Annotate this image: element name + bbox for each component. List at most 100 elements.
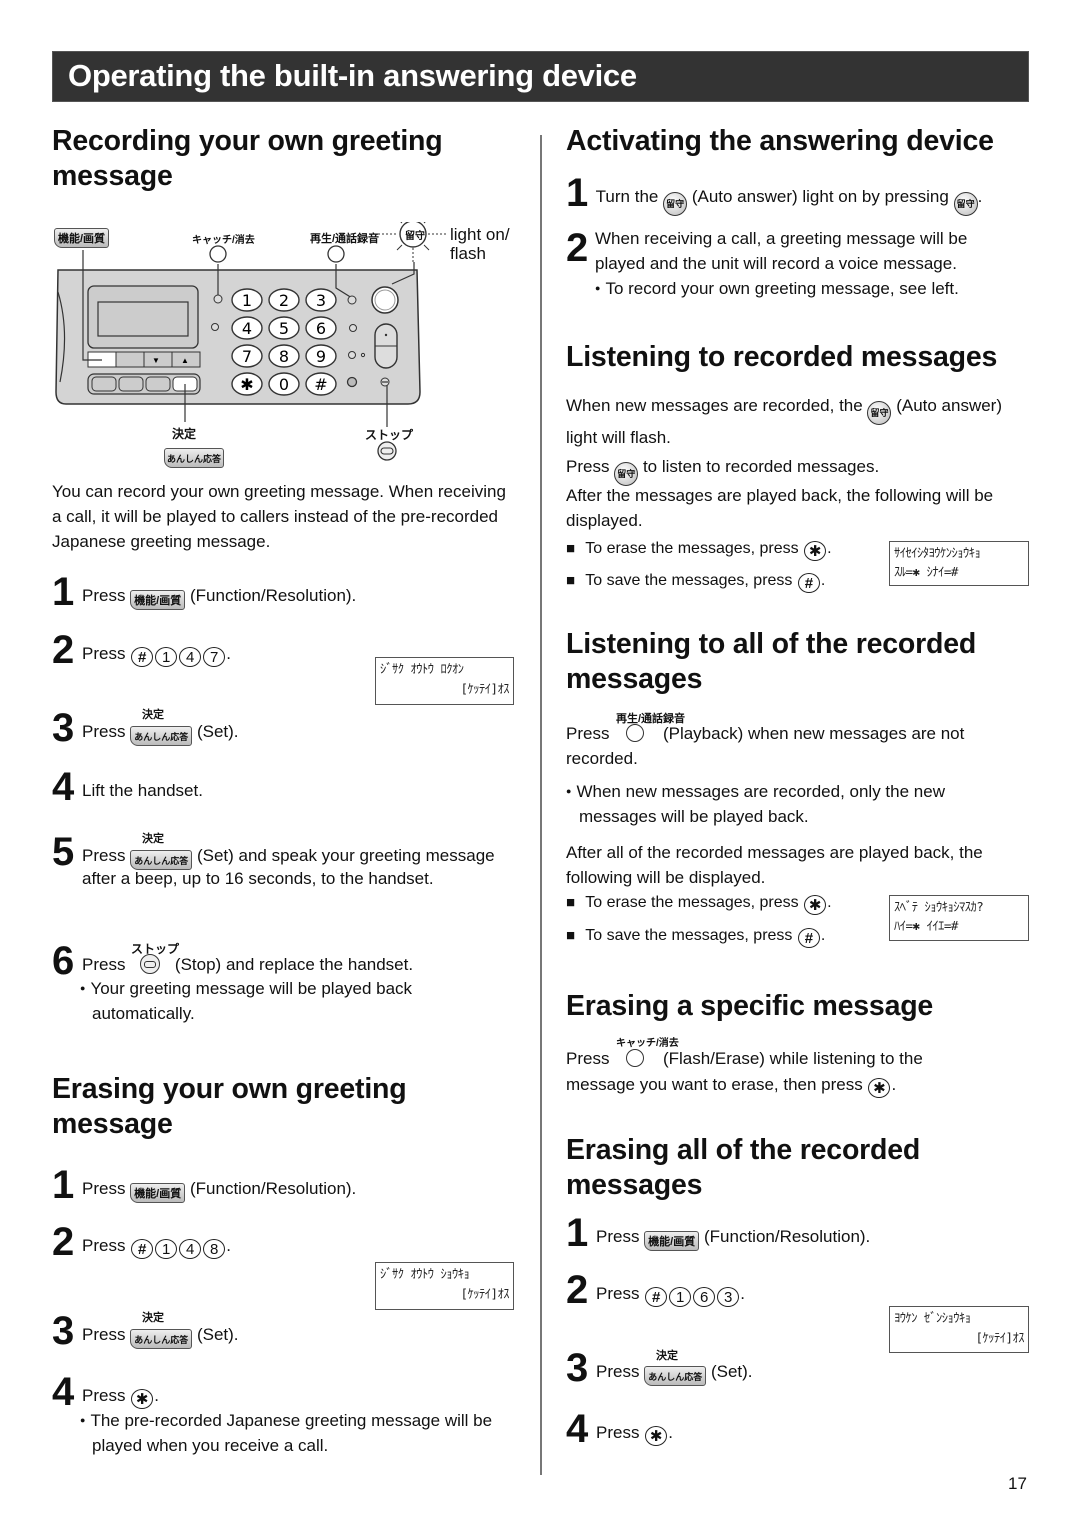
step-number: 6 [52,939,74,983]
step-number: 4 [566,1407,588,1451]
section-heading-listening-all: Listening to all of the recorded message… [566,627,1036,697]
listening-all-erase-option: To erase the messages, press ✱. [566,894,832,915]
key-4-icon: 4 [179,647,202,667]
erase-greeting-step-2: 2 Press #1 4 8. [52,1222,231,1262]
lcd-line-2: ｽﾙ=✱ ｼﾅｲ=# [894,564,958,579]
recording-step-4: 4 Lift the handset. [52,767,203,807]
listening-all-save-option: To save the messages, press #. [566,927,825,948]
step-text: (Set). [710,1362,753,1381]
lcd-line-2: [ｹｯﾃｲ]ｵｽ [975,1330,1024,1345]
text: Press [566,1049,610,1068]
star-key-icon: ✱ [804,541,827,561]
step-number: 3 [566,1346,588,1390]
section-heading-recording: Recording your own greeting message [52,124,512,194]
step-text: Press [81,1236,126,1255]
section-heading-erasing-greeting: Erasing your own greeting message [52,1072,512,1142]
svg-text:▲: ▲ [181,356,189,365]
key-1-icon: 1 [155,647,178,667]
step-text: (Function/Resolution). [189,586,357,605]
keypad-key-label: 2 [279,291,289,310]
flash-erase-label: キャッチ/消去 [192,235,255,246]
lcd-line-1: ｼﾞｻｸ ｵｳﾄｳ ｼｮｳｷｮ [380,1266,470,1281]
step-text: . [226,644,231,663]
stop-key-icon [140,954,161,974]
section-heading-erasing-all: Erasing all of the recorded messages [566,1133,1036,1203]
keypad-key-label: 7 [242,347,252,366]
activating-step-2: 2 When receiving a call, a greeting mess… [566,226,1016,301]
step-text: Press [81,722,126,741]
keypad-key-label: 4 [242,319,252,338]
erase-greeting-step-4: 4 Press ✱. The pre-recorded Japanese gre… [52,1372,522,1458]
text: Press [566,724,610,743]
auto-answer-key-icon: 留守 [867,401,892,425]
step-text-continued: after a beep, up to 16 seconds, to the h… [82,869,434,888]
listening-all-paragraph-2: After all of the recorded messages are p… [566,843,983,887]
recording-step-5: 5 Press あんしん応答 (Set) and speak your gree… [52,832,522,891]
hash-key-icon: # [645,1287,668,1307]
keypad-key-label: 8 [279,347,289,366]
key-4-icon: 4 [179,1239,202,1259]
set-label: 決定 [172,427,197,441]
lcd-display-listening-all: ｽﾍﾞﾃ ｼｮｳｷｮｼﾏｽｶ? ﾊｲ=✱ ｲｲｴ=# [889,895,1029,941]
step-number: 4 [52,765,74,809]
step-number: 4 [52,1370,74,1414]
step-text: Press [595,1362,640,1381]
key-3-icon: 3 [717,1287,740,1307]
section-heading-activating: Activating the answering device [566,124,1036,159]
playback-key-device [327,245,345,263]
lcd-display-erase-greeting: ｼﾞｻｸ ｵｳﾄｳ ｼｮｳｷｮ [ｹｯﾃｲ]ｵｽ [375,1262,514,1310]
step-text: Press [81,955,126,974]
key-1-icon: 1 [155,1239,178,1259]
erasing-specific-line-2: message you want to erase, then press ✱. [566,1075,897,1098]
erasing-specific-line-1: Press (Flash/Erase) while listening to t… [566,1046,1026,1071]
lcd-display-erase-all: ﾖｳｹﾝ ｾﾞﾝｼｮｳｷｮ [ｹｯﾃｲ]ｵｽ [889,1306,1029,1353]
step-text: Press [595,1227,640,1246]
keypad-key-label: # [314,375,327,394]
step-number: 1 [52,1163,74,1207]
function-key-icon: 機能/画質 [130,1183,186,1203]
step-number: 3 [52,1309,74,1353]
page-number: 17 [1008,1474,1027,1493]
lcd-line-2: ﾊｲ=✱ ｲｲｴ=# [894,918,958,933]
lcd-line-1: ｻｲｾｲｼﾀﾖｳｹﾝｼｮｳｷｮ [894,545,981,560]
text: When new messages are recorded, the [566,396,863,415]
step-number: 2 [566,226,588,270]
text: To save the messages, press [585,927,793,944]
step-text: Press [81,1179,126,1198]
recording-intro-text: You can record your own greeting message… [52,482,506,551]
step-number: 2 [52,628,74,672]
step-text: When receiving a call, a greeting messag… [595,229,968,273]
heading-text: Activating the answering device [566,125,994,157]
keypad-key-label: 6 [316,319,326,338]
heading-text: Erasing a specific message [566,990,934,1022]
erase-all-step-4: 4 Press ✱. [566,1409,673,1449]
set-key-icon: あんしん応答 [644,1366,707,1386]
key-6-icon: 6 [693,1287,716,1307]
lcd-screen [97,301,189,337]
set-key-label: あんしん応答 [164,446,225,468]
step-text: (Function/Resolution). [703,1227,871,1246]
bullet-note: Your greeting message will be played bac… [80,976,472,1026]
step-text: (Function/Resolution). [189,1179,357,1198]
text: To erase the messages, press [585,540,799,557]
auto-answer-key-icon: 留守 [663,192,688,216]
playback-label: 再生/通話録音 [310,233,380,245]
function-key-glyph: 機能/画質 [54,228,110,248]
lcd-line-1: ｼﾞｻｸ ｵｳﾄｳ ﾛｸｵﾝ [380,661,464,676]
erase-all-step-2: 2 Press #1 6 3. [566,1270,745,1310]
step-text: (Auto answer) light on by pressing [691,187,949,206]
lcd-display-listening: ｻｲｾｲｼﾀﾖｳｹﾝｼｮｳｷｮ ｽﾙ=✱ ｼﾅｲ=# [889,541,1029,586]
key-7-icon: 7 [203,647,226,667]
auto-answer-label: 留守 [405,231,425,242]
column-divider [540,135,542,1475]
step-text: Press [81,846,126,865]
listening-all-paragraph-1: Press (Playback) when new messages are n… [566,721,1016,771]
step-number: 1 [566,1211,588,1255]
listening-paragraph-2: Press 留守 to listen to recorded messages. [566,454,1016,486]
auto-answer-key-icon: 留守 [953,192,978,216]
step-text: Turn the [595,187,659,206]
step-number: 3 [52,706,74,750]
page-title: Operating the built-in answering device [68,58,637,93]
step-number: 2 [52,1220,74,1264]
bullet-note: The pre-recorded Japanese greeting messa… [80,1408,512,1458]
